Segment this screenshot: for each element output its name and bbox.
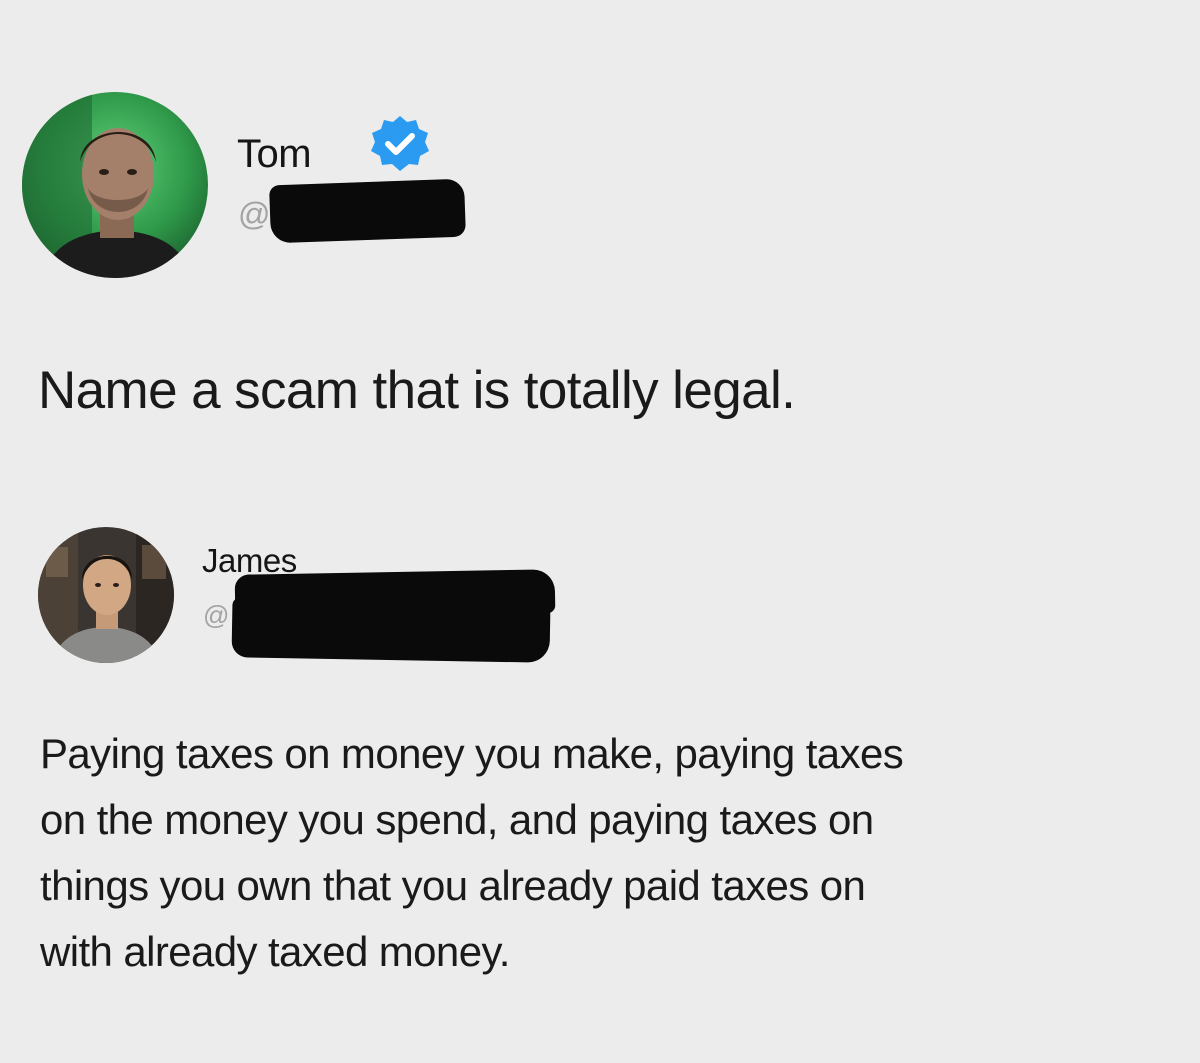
james-handle[interactable]: @ <box>203 600 229 631</box>
james-avatar[interactable] <box>38 527 174 663</box>
tom-handle[interactable]: @ <box>238 196 270 233</box>
tom-avatar[interactable] <box>22 92 208 278</box>
verified-badge-icon <box>371 116 429 171</box>
tom-name[interactable]: Tom <box>237 132 312 177</box>
reply-text-line: on the money you spend, and paying taxes… <box>40 796 874 843</box>
tweet-text: Name a scam that is totally legal. <box>38 361 796 420</box>
tom-handle-redaction <box>269 178 466 244</box>
person-avatar-icon <box>38 527 174 663</box>
person-avatar-icon <box>22 92 208 278</box>
james-handle-redaction <box>231 597 551 663</box>
reply-text-line: things you own that you already paid tax… <box>40 862 866 909</box>
reply-text-line: Paying taxes on money you make, paying t… <box>40 730 904 777</box>
reply-text-line: with already taxed money. <box>40 928 510 975</box>
